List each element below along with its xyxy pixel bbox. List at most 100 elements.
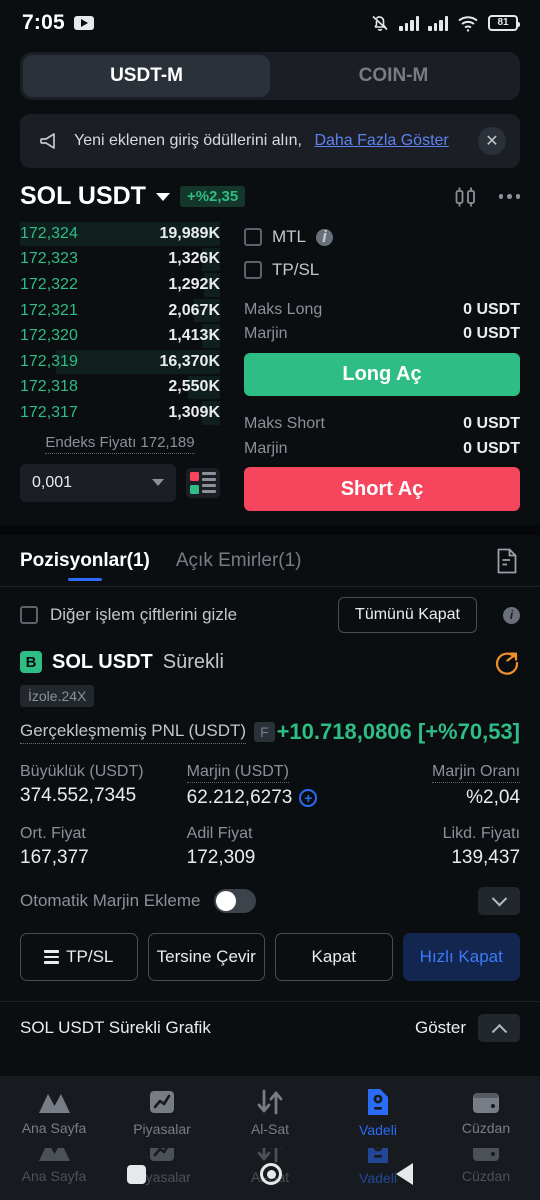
order-book-price: 172,317 xyxy=(20,403,78,421)
tab-usdt-m[interactable]: USDT-M xyxy=(23,55,270,97)
expand-position-button[interactable] xyxy=(478,887,520,915)
close-button[interactable]: Kapat xyxy=(275,933,393,981)
order-book-row[interactable]: 172,320 1,413K xyxy=(20,323,220,349)
price-change-badge: +%2,35 xyxy=(179,186,246,207)
tab-open-orders[interactable]: Açık Emirler(1) xyxy=(176,535,302,587)
order-book-row[interactable]: 172,324 19,989K xyxy=(20,221,220,247)
margin-short-row: Marjin 0 USDT xyxy=(244,436,520,461)
app-screen: 7:05 81 USDT-M COIN-M Yeni eklenen giriş… xyxy=(0,0,540,1200)
nav-item-piyasalar[interactable]: Piyasalar xyxy=(108,1088,216,1137)
side-badge: B xyxy=(20,651,42,673)
home-icon[interactable] xyxy=(260,1163,282,1185)
nav-item-label: Vadeli xyxy=(359,1121,397,1138)
close-all-button[interactable]: Tümünü Kapat xyxy=(338,597,477,633)
promo-link[interactable]: Daha Fazla Göster xyxy=(314,132,448,149)
order-book-qty: 1,326K xyxy=(168,250,220,268)
bottom-nav: Ana Sayfa Piyasalar Al-Sat Vadeli Cüzdan xyxy=(0,1076,540,1148)
open-short-button[interactable]: Short Aç xyxy=(244,467,520,511)
status-bar-right: 81 xyxy=(370,13,520,33)
signal-icon xyxy=(399,15,419,31)
candlestick-icon[interactable] xyxy=(453,185,479,209)
status-time: 7:05 xyxy=(22,11,65,34)
order-book-qty: 16,370K xyxy=(159,352,221,370)
position-kind: Sürekli xyxy=(162,650,224,673)
margin-long-value: 0 USDT xyxy=(463,325,520,343)
chevron-down-icon[interactable] xyxy=(155,192,170,201)
tpsl-option[interactable]: TP/SL xyxy=(244,253,520,285)
nav-item-label: Ana Sayfa xyxy=(21,1119,87,1136)
reverse-button[interactable]: Tersine Çevir xyxy=(147,933,265,981)
info-icon[interactable]: i xyxy=(316,227,333,246)
nav-item-label: Piyasalar xyxy=(133,1120,191,1137)
stat-value: 139,437 xyxy=(451,847,521,868)
order-book-row[interactable]: 172,318 2,550K xyxy=(20,375,220,401)
battery-level: 81 xyxy=(497,17,509,28)
stat-label[interactable]: Marjin Oranı xyxy=(431,763,521,783)
order-book-qty: 2,550K xyxy=(168,378,220,396)
open-long-button[interactable]: Long Aç xyxy=(244,352,520,397)
stat-label: Büyüklük (USDT) xyxy=(20,763,144,780)
info-icon[interactable]: i xyxy=(503,606,520,624)
chart-expand-button[interactable] xyxy=(478,1013,520,1042)
tick-size-select[interactable]: 0,001 xyxy=(20,463,176,502)
tpsl-checkbox[interactable] xyxy=(244,260,262,279)
hide-other-pairs-checkbox[interactable] xyxy=(20,606,38,624)
position-actions: TP/SL Tersine Çevir Kapat Hızlı Kapat xyxy=(20,933,520,981)
stat-label[interactable]: Marjin (USDT) xyxy=(186,763,289,783)
chart-toggle-bar: SOL USDT Sürekli Grafik Göster xyxy=(0,1001,540,1053)
nav-item-label: Al-Sat xyxy=(250,1120,290,1137)
recents-icon[interactable] xyxy=(127,1164,146,1184)
order-book: 172,324 19,989K 172,323 1,326K 172,322 1,292K… xyxy=(20,221,220,511)
more-options-icon[interactable] xyxy=(498,194,520,199)
stat-liq-price: Likd. Fiyatı 139,437 xyxy=(353,825,520,869)
nav-item-al-sat[interactable]: Al-Sat xyxy=(216,1088,324,1137)
order-book-qty: 1,309K xyxy=(168,403,220,421)
nav-item-c-zdan[interactable]: Cüzdan xyxy=(432,1089,540,1136)
pnl-label[interactable]: Gerçekleşmemiş PNL (USDT) xyxy=(20,721,247,744)
max-short-row: Maks Short 0 USDT xyxy=(244,412,520,437)
page-title[interactable]: SOL USDT xyxy=(20,182,146,211)
futures-icon xyxy=(365,1087,391,1117)
mtl-checkbox[interactable] xyxy=(244,228,262,247)
order-book-rows: 172,324 19,989K 172,323 1,326K 172,322 1,292K… xyxy=(20,221,220,426)
max-long-value: 0 USDT xyxy=(463,300,520,318)
position-card: B SOL USDT Sürekli İzole.24X Gerçekleşme… xyxy=(0,643,540,981)
trade-icon xyxy=(254,1088,286,1116)
tab-positions[interactable]: Pozisyonlar(1) xyxy=(20,535,150,587)
index-price[interactable]: Endeks Fiyatı 172,189 xyxy=(45,434,195,454)
nav-item-vadeli[interactable]: Vadeli xyxy=(324,1087,432,1138)
order-book-row[interactable]: 172,323 1,326K xyxy=(20,247,220,273)
position-tabs: Pozisyonlar(1) Açık Emirler(1) xyxy=(0,535,540,587)
chart-toggle-label[interactable]: Göster xyxy=(415,1018,466,1038)
quick-close-button[interactable]: Hızlı Kapat xyxy=(402,933,520,981)
mtl-label: MTL xyxy=(272,227,306,247)
order-book-price: 172,322 xyxy=(20,275,78,293)
order-book-row[interactable]: 172,321 2,067K xyxy=(20,298,220,324)
order-book-row[interactable]: 172,322 1,292K xyxy=(20,272,220,298)
orderbook-layout-icon[interactable] xyxy=(186,467,220,498)
wallet-icon xyxy=(471,1089,501,1115)
stat-label: Likd. Fiyatı xyxy=(442,825,521,842)
mtl-option[interactable]: MTL i xyxy=(244,221,520,253)
tab-coin-m[interactable]: COIN-M xyxy=(270,55,517,97)
stat-value: 62.212,6273 xyxy=(186,787,293,808)
close-icon[interactable]: ✕ xyxy=(478,127,506,155)
back-icon[interactable] xyxy=(396,1163,413,1185)
margin-mode-switch: USDT-M COIN-M xyxy=(0,46,540,100)
share-icon[interactable] xyxy=(494,649,520,675)
order-book-price: 172,321 xyxy=(20,301,78,319)
order-book-row[interactable]: 172,317 1,309K xyxy=(20,400,220,426)
order-history-icon[interactable] xyxy=(494,547,520,575)
tpsl-button[interactable]: TP/SL xyxy=(20,933,138,981)
auto-margin-toggle[interactable] xyxy=(214,889,257,913)
order-book-qty: 2,067K xyxy=(168,301,220,319)
pnl-value: +10.718,0806 [+%70,53] xyxy=(276,719,520,744)
leverage-badge: İzole.24X xyxy=(20,685,95,707)
nav-item-ana-sayfa[interactable]: Ana Sayfa xyxy=(0,1089,108,1136)
position-stats-row-1: Büyüklük (USDT) 374.552,7345 Marjin (USD… xyxy=(20,763,521,809)
order-book-row[interactable]: 172,319 16,370K xyxy=(20,349,220,375)
android-nav-bar xyxy=(0,1148,540,1200)
add-margin-icon[interactable]: + xyxy=(299,789,318,807)
youtube-icon xyxy=(73,16,94,30)
promo-banner[interactable]: Yeni eklenen giriş ödüllerini alın, Daha… xyxy=(20,114,520,168)
